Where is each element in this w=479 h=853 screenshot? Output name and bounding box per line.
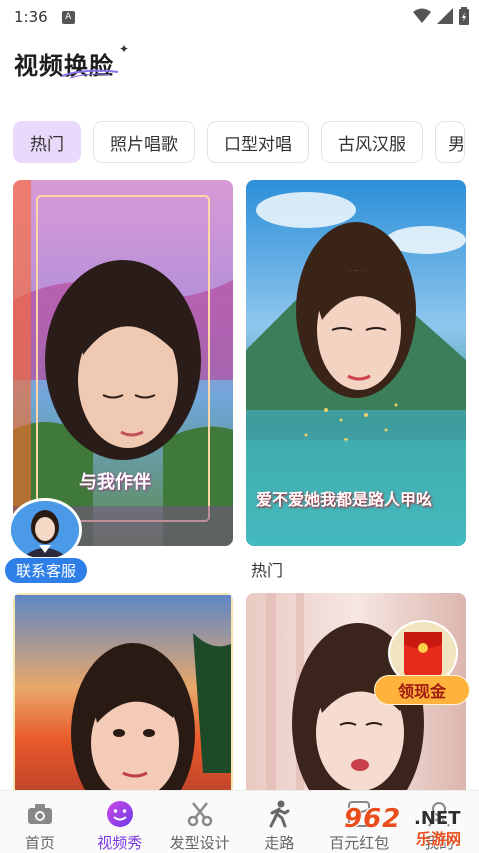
title-swoosh-decoration <box>61 69 119 79</box>
nav-label: 发型设计 <box>169 834 230 852</box>
tab-ancient-hanfu[interactable]: 古风汉服 <box>321 121 423 163</box>
status-icons <box>413 7 469 25</box>
battery-icon <box>459 7 469 25</box>
template-thumbnail <box>13 593 233 803</box>
walking-person-icon <box>265 800 293 828</box>
template-card[interactable] <box>13 593 233 803</box>
nav-walking[interactable]: 走路 <box>239 791 319 853</box>
red-packet-button[interactable]: 领现金 <box>374 620 470 710</box>
card-overlay-text: 与我作伴 <box>79 472 151 493</box>
card-overlay-text: 爱不爱她我都是路人甲吆 <box>256 490 433 509</box>
nav-video-show[interactable]: 视频秀 <box>80 791 160 853</box>
tab-photo-singing[interactable]: 照片唱歌 <box>93 121 195 163</box>
status-time: 1:36 <box>14 8 48 26</box>
template-card[interactable]: 与我作伴 <box>13 180 233 546</box>
nav-label: 走路 <box>264 834 295 852</box>
customer-service-label: 联系客服 <box>4 557 88 584</box>
template-card[interactable]: 爱不爱她我都是路人甲吆 <box>246 180 466 546</box>
tab-hot[interactable]: 热门 <box>13 121 81 163</box>
status-bar: 1:36 A <box>0 0 479 34</box>
scissors-icon <box>186 800 214 828</box>
tab-more[interactable]: 男 <box>435 121 465 163</box>
nav-label: 视频秀 <box>97 834 143 852</box>
wifi-icon <box>413 8 431 23</box>
nav-label: 首页 <box>24 834 55 852</box>
watermark-chinese: 乐游网 <box>416 830 462 848</box>
card-caption: 热门 <box>251 561 284 580</box>
nav-home[interactable]: 首页 <box>0 791 80 853</box>
smile-face-icon <box>106 800 134 828</box>
watermark-number: 962 <box>344 804 402 834</box>
watermark-net: .NET <box>414 808 461 829</box>
site-watermark: 962 .NET 乐游网 <box>344 804 472 850</box>
customer-service-button[interactable]: 联系客服 <box>4 498 88 586</box>
red-packet-label: 领现金 <box>374 675 470 705</box>
customer-service-avatar <box>8 498 82 562</box>
notification-icon: A <box>61 10 75 24</box>
sparkle-icon: ✦ <box>119 42 130 56</box>
tab-lip-sync-duet[interactable]: 口型对唱 <box>207 121 309 163</box>
nav-hairstyle-design[interactable]: 发型设计 <box>160 791 240 853</box>
camera-icon <box>26 800 54 828</box>
signal-icon <box>437 8 453 24</box>
category-tabs: 热门 照片唱歌 口型对唱 古风汉服 男 <box>13 121 479 165</box>
